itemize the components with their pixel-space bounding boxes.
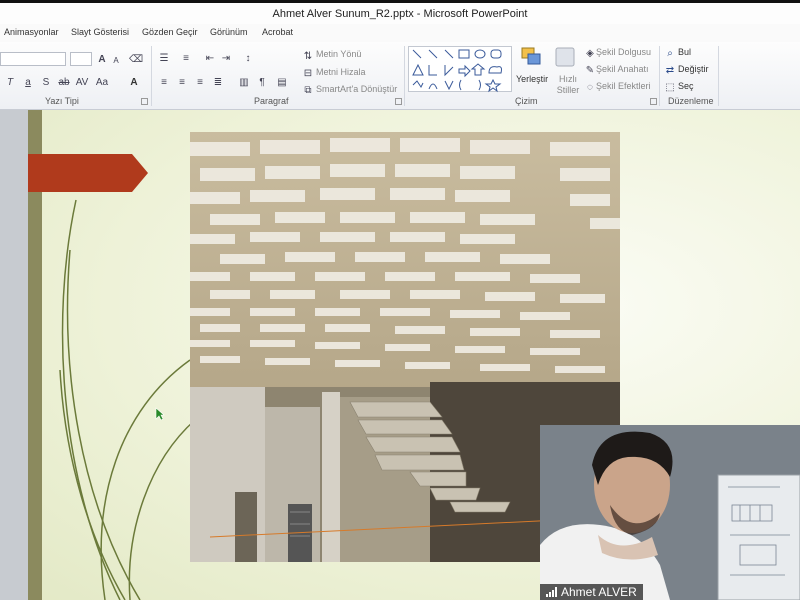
- increase-indent-icon[interactable]: ⇥: [220, 52, 232, 64]
- webcam-video: [540, 425, 800, 600]
- drawing-dialog-launcher[interactable]: [650, 98, 657, 105]
- align-left-icon[interactable]: ≡: [158, 76, 170, 88]
- char-spacing-icon[interactable]: AV: [76, 76, 89, 88]
- ltr-icon[interactable]: ▤: [276, 76, 288, 88]
- shape-outline-button[interactable]: Şekil Anahatı: [596, 64, 649, 74]
- align-text-icon: ⊟: [303, 67, 313, 79]
- quick-styles-button[interactable]: Hızlı Stiller: [556, 74, 580, 96]
- shape-fill-icon: ◈: [586, 47, 594, 59]
- align-center-icon[interactable]: ≡: [176, 76, 188, 88]
- editing-group-label: Düzenleme: [668, 96, 714, 106]
- smartart-icon: ⧉: [304, 84, 312, 96]
- ribbon-tabs: Animasyonlar Slayt Gösterisi Gözden Geçi…: [0, 24, 800, 42]
- clear-format-icon[interactable]: ⌫: [129, 53, 143, 65]
- shrink-font-icon[interactable]: A: [110, 54, 122, 66]
- separator: [151, 46, 152, 106]
- text-direction-button[interactable]: Metin Yönü: [316, 49, 361, 59]
- numbering-icon[interactable]: ≡: [180, 52, 192, 64]
- separator: [718, 46, 719, 106]
- arrange-icon: [518, 46, 546, 70]
- bullets-icon[interactable]: ☰: [158, 52, 170, 64]
- font-name-combo[interactable]: [0, 52, 66, 66]
- find-icon: ⌕: [667, 47, 673, 59]
- arrange-button[interactable]: Yerleştir: [516, 74, 548, 84]
- grow-font-icon[interactable]: A: [96, 53, 108, 65]
- replace-button[interactable]: Değiştir: [678, 64, 709, 74]
- shapes-gallery-icons: [412, 49, 502, 93]
- webcam-name-label: Ahmet ALVER: [540, 584, 643, 600]
- font-color-icon[interactable]: A: [128, 76, 140, 88]
- select-button[interactable]: Seç: [678, 81, 694, 91]
- tab-acrobat[interactable]: Acrobat: [262, 27, 293, 37]
- drawing-group-label: Çizim: [515, 96, 538, 106]
- font-dialog-launcher[interactable]: [141, 98, 148, 105]
- font-group-label: Yazı Tipi: [45, 96, 79, 106]
- change-case-icon[interactable]: Aa: [96, 76, 108, 88]
- decorative-curves: [59, 199, 196, 600]
- paragraph-group-label: Paragraf: [254, 96, 289, 106]
- justify-icon[interactable]: ≣: [212, 76, 224, 88]
- paragraph-dialog-launcher[interactable]: [395, 98, 402, 105]
- line-spacing-icon[interactable]: ↕: [242, 52, 254, 64]
- tab-slayt-gosterisi[interactable]: Slayt Gösterisi: [71, 27, 129, 37]
- replace-icon: ⇄: [665, 64, 675, 76]
- underline-icon[interactable]: a: [22, 76, 34, 88]
- ribbon: A A ⌫ T a S ab AV Aa A Yazı Tipi ☰ ≡ ⇤ ⇥…: [0, 42, 800, 110]
- shape-effects-icon: ◌: [587, 81, 593, 93]
- presenter-video-frame: [540, 425, 800, 600]
- window-title: Ahmet Alver Sunum_R2.pptx - Microsoft Po…: [272, 8, 528, 20]
- separator: [404, 46, 405, 106]
- rtl-icon[interactable]: ¶: [256, 76, 268, 88]
- shape-outline-icon: ✎: [585, 64, 595, 76]
- align-text-button[interactable]: Metni Hizala: [316, 67, 366, 77]
- text-direction-icon: ⇅: [303, 50, 313, 62]
- shape-fill-button[interactable]: Şekil Dolgusu: [596, 47, 651, 57]
- find-button[interactable]: Bul: [678, 47, 691, 57]
- shadow-icon[interactable]: S: [40, 76, 52, 88]
- mouse-cursor: [155, 407, 165, 421]
- columns-icon[interactable]: ▥: [238, 76, 250, 88]
- shapes-gallery[interactable]: [408, 46, 512, 93]
- align-right-icon[interactable]: ≡: [194, 76, 206, 88]
- title-bar: Ahmet Alver Sunum_R2.pptx - Microsoft Po…: [0, 0, 800, 24]
- signal-bars-icon: [546, 587, 557, 597]
- tab-gorunum[interactable]: Görünüm: [210, 27, 248, 37]
- separator: [659, 46, 660, 106]
- smartart-button[interactable]: SmartArt'a Dönüştür: [316, 84, 397, 94]
- font-size-combo[interactable]: [70, 52, 92, 66]
- participant-name: Ahmet ALVER: [561, 585, 637, 599]
- decrease-indent-icon[interactable]: ⇤: [204, 52, 216, 64]
- quick-styles-icon: [554, 46, 582, 70]
- tab-gozden-gecir[interactable]: Gözden Geçir: [142, 27, 198, 37]
- select-icon: ⬚: [665, 81, 675, 93]
- italic-icon[interactable]: T: [4, 76, 16, 88]
- strikethrough-icon[interactable]: ab: [58, 76, 70, 88]
- tab-animasyonlar[interactable]: Animasyonlar: [4, 27, 59, 37]
- shape-effects-button[interactable]: Şekil Efektleri: [596, 81, 651, 91]
